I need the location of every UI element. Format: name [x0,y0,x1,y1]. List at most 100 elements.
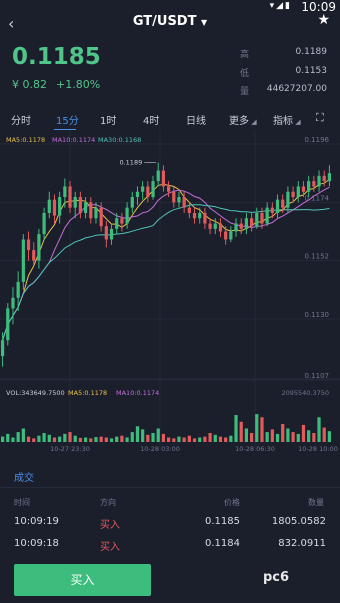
volume-bar [281,424,285,442]
ma-legend: MA5:0.1178 [6,136,45,144]
header-price: 价格 [224,498,240,507]
candle [182,197,186,208]
candle [166,186,171,192]
time-axis-label: 10-28 03:00 [140,445,180,453]
volume-bar [161,433,166,442]
volume-bar [255,414,259,442]
candle [47,199,51,213]
chart-labels: 0.1196 0.1174 0.1152 0.1130 0.1107 MA5:0.1178… [6,136,338,453]
volume-axis-label: 2095540.3750 [281,389,329,397]
time-axis-label: 10-28 10:00 [298,445,338,453]
candle [135,191,140,198]
volume-bar [0,436,5,442]
candle [104,226,108,240]
stat-value-low: 0.1153 [295,66,328,76]
volume-bar [307,430,311,442]
candle [83,202,88,213]
candle [192,212,197,219]
candle [224,231,228,240]
volume-bar [182,437,186,442]
divider [0,487,340,488]
star-icon[interactable]: ★ [317,12,330,28]
volume-bar [141,429,145,442]
volume-bar [166,437,171,442]
volume-bars [0,414,332,442]
candle [198,212,202,219]
candle [94,207,98,219]
candle [0,340,5,357]
candle [42,212,46,235]
volume-bar [229,435,233,442]
volume-bar [73,435,77,442]
high-marker-label: 0.1189 [119,159,142,167]
price-axis-label: 0.1196 [305,136,330,144]
trade-direction: 买入 [100,520,120,531]
volume-bar [120,435,124,442]
cny-price: ¥ 0.82 [12,78,47,91]
candle [296,186,300,198]
volume-bar [198,437,202,442]
candle [322,175,326,182]
candle [99,207,103,227]
caret-down-icon[interactable]: ▼ [201,18,207,27]
trade-amount: 1805.0582 [271,516,326,527]
tab-4h[interactable]: 4时 [143,112,159,127]
candle [281,199,285,208]
candle [146,186,150,198]
timeframe-tabs: 分时 15分 1时 4时 日线 更多 ◢ 指标 ◢ ⛶ [0,111,340,132]
candle [68,186,72,208]
tab-1h[interactable]: 1时 [100,112,116,127]
candle [244,218,249,229]
volume-bar [291,432,295,442]
price-axis-label: 0.1152 [305,253,330,261]
volume-bar [63,433,67,442]
trade-price: 0.1185 [205,516,240,527]
candle [16,281,20,298]
volume-legend: VOL:343649.7500 [6,389,65,397]
volume-bar [244,428,249,442]
volume-bar [192,438,197,442]
volume-bar [322,427,326,442]
candle [260,212,264,224]
tab-more[interactable]: 更多 ◢ [229,112,257,127]
volume-bar [32,438,36,442]
trades-title[interactable]: 成交 [14,469,34,484]
candle [275,199,280,213]
volume-bar [208,433,212,442]
candle [286,191,290,208]
candle [32,250,36,261]
candlestick-chart[interactable]: 0.1196 0.1174 0.1152 0.1130 0.1107 MA5:0.1178… [0,130,340,460]
ma-line [2,204,330,341]
volume-bar [11,437,15,442]
candle [213,223,217,229]
candle [187,207,191,213]
candle [73,197,77,208]
candles [0,162,332,367]
ma-line [2,179,330,341]
fullscreen-icon[interactable]: ⛶ [316,111,324,125]
buy-button[interactable]: 买入 [14,564,151,596]
header-amount: 数量 [308,498,324,507]
pair-title[interactable]: GT/USDT [133,14,197,29]
candle [89,202,93,219]
candle [208,223,212,229]
volume-bar [296,433,300,442]
candle [141,186,145,192]
candle [6,308,10,341]
candle [203,212,207,224]
candle [11,297,15,309]
tab-time-sharing[interactable]: 分时 [11,112,31,127]
volume-bar [130,432,134,442]
candle [120,218,124,224]
header: ‹ GT/USDT ▼ ★ [0,12,340,42]
tab-15min[interactable]: 15分 [56,112,79,127]
volume-bar [78,437,83,442]
pair-selector[interactable]: GT/USDT ▼ [0,14,340,29]
trade-direction: 买入 [100,542,120,553]
header-direction: 方向 [100,498,116,507]
candle [229,231,233,240]
tab-daily[interactable]: 日线 [186,112,206,127]
price-axis-label: 0.1130 [305,311,330,319]
volume-legend: MA5:0.1178 [68,389,107,397]
tab-indicators[interactable]: 指标 ◢ [273,112,301,127]
